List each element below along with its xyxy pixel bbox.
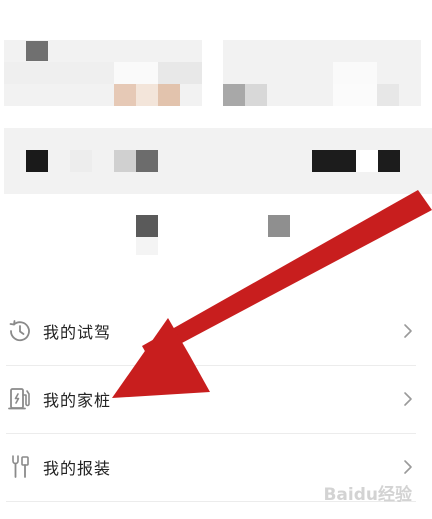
blurred-pixel (114, 84, 136, 106)
blurred-pixel (377, 84, 399, 106)
blurred-banner[interactable] (4, 128, 432, 194)
blurred-pixel (114, 150, 136, 172)
blurred-icon[interactable] (136, 215, 158, 237)
menu-item-label: 我的报装 (43, 459, 112, 478)
blurred-pixel (70, 150, 92, 172)
blurred-pixel (245, 84, 267, 106)
blurred-pixel (223, 84, 245, 106)
blurred-icon[interactable] (268, 215, 290, 237)
menu-item-label: 我的试驾 (43, 323, 112, 342)
blurred-pixel (4, 62, 114, 84)
blurred-pixel (158, 62, 202, 84)
tools-icon (12, 455, 29, 478)
menu-item-label: 我的家桩 (43, 391, 112, 410)
blurred-pixel (378, 150, 400, 172)
baidu-watermark: Baidu经验 (323, 485, 412, 505)
blurred-pixel (114, 62, 158, 84)
blurred-card-left[interactable] (4, 40, 202, 106)
charging-pile-icon (8, 388, 30, 410)
chevron-right-icon (404, 392, 412, 406)
blurred-pixel (136, 150, 158, 172)
menu-item-test-drive[interactable]: 我的试驾 (0, 297, 432, 365)
blurred-pixel (333, 84, 377, 106)
clock-history-icon (9, 320, 30, 342)
chevron-right-icon (404, 324, 412, 338)
chevron-right-icon (404, 460, 412, 474)
blurred-pixel (26, 150, 48, 172)
blurred-pixel (312, 150, 356, 172)
blurred-pixel (158, 84, 180, 106)
blurred-pixel (136, 84, 158, 106)
blurred-icon (136, 237, 158, 255)
blurred-pixel (333, 62, 377, 84)
blurred-card-right[interactable] (223, 40, 421, 106)
blurred-pixel (26, 41, 48, 61)
menu-item-home-charger[interactable]: 我的家桩 (0, 365, 432, 433)
blurred-pixel (356, 150, 378, 172)
